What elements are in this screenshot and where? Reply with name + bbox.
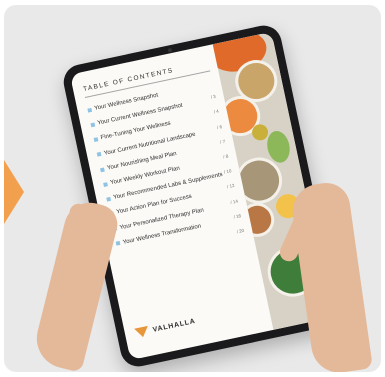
toc-marker-icon [93,137,99,143]
orange-arrow-icon [4,160,24,224]
brand-logo: VALHALLA [134,316,196,339]
brand-name: VALHALLA [152,317,197,334]
stage: TABLE OF CONTENTS Your Wellness Snapshot… [0,0,385,377]
toc-item-page: / 7 [219,138,226,145]
toc-item-page: / 8 [222,153,229,160]
toc-marker-icon [90,122,96,128]
toc-marker-icon [96,152,102,157]
tablet-screen[interactable]: TABLE OF CONTENTS Your Wellness Snapshot… [69,31,333,361]
toc-item-page: / 14 [229,198,239,205]
logo-mark-icon [134,325,150,339]
toc-item-page: / 3 [210,94,217,100]
toc-marker-icon [106,196,112,202]
toc-marker-icon [103,181,108,187]
toc-item-page: / 20 [236,227,245,235]
toc-item-page: / 4 [213,108,220,115]
toc-marker-icon [115,241,121,247]
toc-marker-icon [99,167,105,172]
toc-item-page: / 10 [223,168,232,175]
toc-item-page: / 12 [226,183,236,190]
toc-item-page: / 6 [216,123,223,130]
toc-item-page: / 18 [233,212,242,220]
background-card: TABLE OF CONTENTS Your Wellness Snapshot… [4,5,381,372]
toc-marker-icon [87,107,93,113]
